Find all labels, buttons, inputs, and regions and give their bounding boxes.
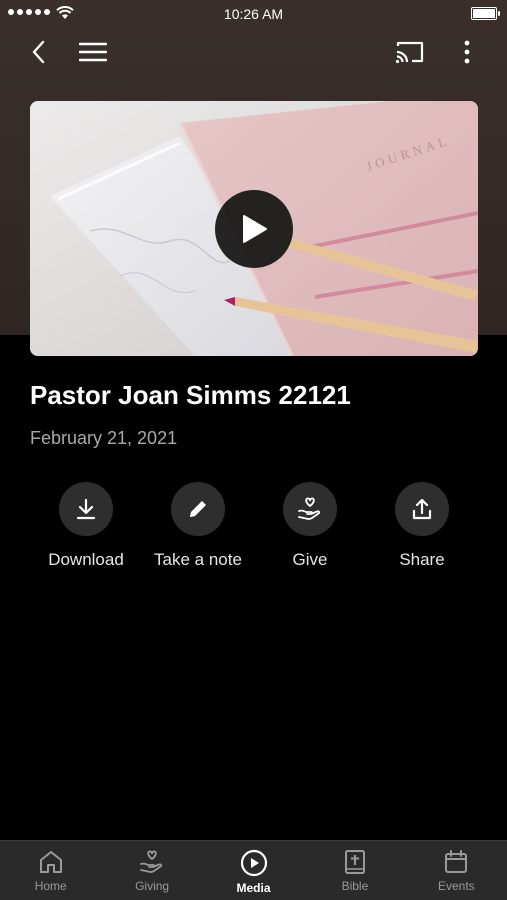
sermon-date: February 21, 2021 — [30, 428, 178, 448]
download-button[interactable]: Download — [30, 482, 142, 570]
play-circle-icon — [240, 849, 267, 877]
bible-icon — [344, 850, 365, 874]
cast-icon — [395, 41, 424, 64]
nav-bar — [0, 30, 507, 74]
give-label: Give — [292, 550, 328, 569]
share-label: Share — [399, 550, 445, 569]
take-note-button[interactable]: Take a note — [142, 482, 254, 570]
play-icon — [243, 215, 267, 243]
tab-media-label: Media — [236, 881, 271, 895]
tab-home[interactable]: Home — [0, 841, 101, 900]
share-button[interactable]: Share — [366, 482, 478, 570]
download-label: Download — [48, 550, 124, 569]
pencil-icon — [190, 501, 206, 517]
more-vertical-icon — [464, 40, 470, 64]
video-player[interactable]: JOURNAL — [30, 101, 478, 356]
download-icon — [76, 498, 96, 520]
play-button[interactable] — [215, 190, 293, 268]
action-row: Download Take a note Give Share — [30, 482, 478, 582]
take-note-label: Take a note — [154, 550, 242, 569]
bottom-tab-bar: Home Giving Media Bible Events — [0, 840, 507, 900]
menu-button[interactable] — [71, 30, 115, 74]
calendar-icon — [445, 850, 468, 873]
more-options-button[interactable] — [445, 30, 489, 74]
giving-hand-icon — [298, 497, 321, 520]
status-bar: 10:26 AM — [0, 0, 507, 28]
tab-events[interactable]: Events — [406, 841, 507, 900]
cast-button[interactable] — [388, 30, 432, 74]
tab-giving-label: Giving — [135, 879, 170, 893]
tab-giving[interactable]: Giving — [101, 841, 202, 900]
chevron-left-icon — [32, 40, 45, 64]
battery-icon — [471, 7, 500, 20]
share-icon — [412, 498, 432, 520]
status-time: 10:26 AM — [223, 6, 284, 22]
giving-hand-icon — [140, 850, 163, 873]
tab-bible[interactable]: Bible — [304, 841, 405, 900]
tab-bible-label: Bible — [341, 879, 369, 893]
hamburger-menu-icon — [79, 42, 107, 62]
home-icon — [39, 851, 62, 873]
sermon-title: Pastor Joan Simms 22121 — [30, 380, 351, 410]
tab-home-label: Home — [34, 879, 67, 893]
give-button[interactable]: Give — [254, 482, 366, 570]
tab-media[interactable]: Media — [203, 841, 304, 900]
tab-events-label: Events — [437, 879, 475, 893]
back-button[interactable] — [16, 30, 60, 74]
